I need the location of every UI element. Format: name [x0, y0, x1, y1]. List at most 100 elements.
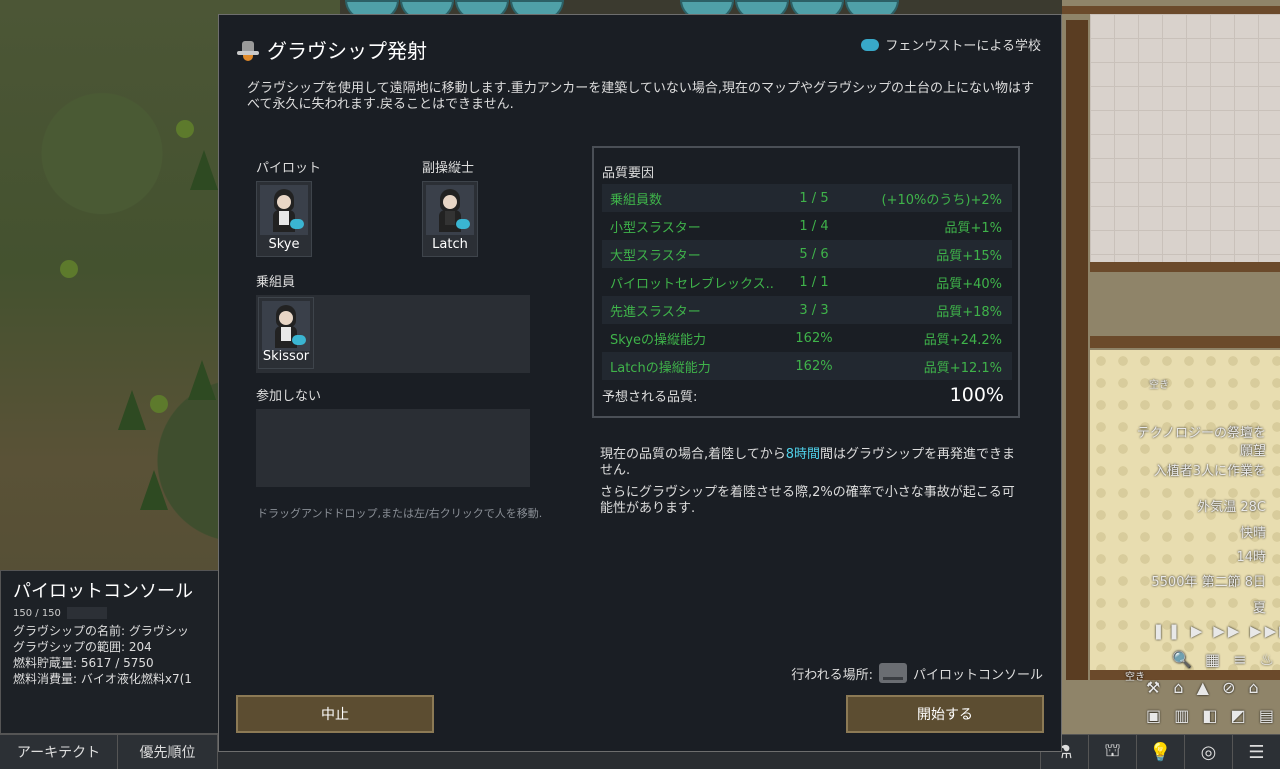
gravship-icon: [237, 39, 259, 61]
quality-factor-count: 1 / 1: [799, 274, 829, 290]
tab-priorities[interactable]: 優先順位: [118, 735, 218, 769]
pawn-name: Skye: [268, 237, 300, 252]
quality-factor-name: Latchの操縦能力: [610, 360, 711, 376]
game-speed-controls[interactable]: ❚❚ ▶ ▶▶ ▶▶▶: [1152, 622, 1280, 640]
overlay-toggles-row-1[interactable]: 🔍 ▦ ≡ ♨: [1172, 650, 1278, 669]
alert-altar[interactable]: テクノロジーの祭壇を: [1137, 422, 1266, 441]
tree: [188, 360, 216, 400]
absent-label: 参加しない: [256, 389, 322, 404]
expected-quality-label: 予想される品質:: [602, 389, 698, 405]
dialog-title: グラヴシップ発射: [267, 39, 427, 63]
date-readout: 5500年 第二節 8日: [1151, 575, 1266, 590]
factions-icon[interactable]: ⛫: [1088, 735, 1136, 769]
drag-hint: ドラッグアンドドロップ,または左/右クリックで人を移動.: [257, 507, 543, 520]
tree: [118, 390, 146, 430]
map-wall: [1090, 336, 1280, 348]
tree: [140, 470, 168, 510]
bed-label: 空き: [1125, 672, 1145, 683]
weather-readout: 快晴: [1239, 526, 1266, 541]
bush: [176, 120, 194, 138]
bed-label: 空き: [1149, 380, 1169, 391]
location-label: 行われる場所:: [791, 667, 873, 683]
quality-factor-count: 5 / 6: [799, 246, 829, 262]
ideology-indicator[interactable]: フェンウストーによる学校: [861, 35, 1041, 54]
pawn-portrait: [260, 185, 308, 235]
quality-factor-name: 大型スラスター: [610, 248, 701, 264]
quality-row: 大型スラスター 5 / 6 品質+15%: [602, 240, 1012, 268]
season-readout: 夏: [1252, 601, 1266, 616]
expected-quality: 予想される品質: 100%: [602, 384, 1004, 406]
menu-icon[interactable]: ☰: [1232, 735, 1280, 769]
location-value: パイロットコンソール: [912, 667, 1043, 683]
hit-points-value: 150 / 150: [13, 607, 61, 619]
tree: [190, 150, 218, 190]
world-icon[interactable]: ◎: [1184, 735, 1232, 769]
inspect-line: 燃料貯蔵量: 5617 / 5750: [13, 656, 154, 670]
pawn-portrait: [262, 301, 310, 351]
hit-points-bar: [66, 607, 107, 619]
pilot-label: パイロット: [256, 161, 322, 176]
pawn-name: Latch: [432, 237, 468, 252]
quality-factor-count: 1 / 4: [799, 218, 829, 234]
dialog-description: グラヴシップを使用して遠隔地に移動します.重力アンカーを建築していない場合,現在…: [247, 81, 1034, 112]
ideology-name: フェンウストーによる学校: [885, 39, 1041, 54]
launch-location: 行われる場所: パイロットコンソール: [791, 663, 1043, 683]
overlay-toggles-row-3[interactable]: ▣ ▥ ◧ ◩ ▤: [1146, 706, 1278, 725]
pilot-pawn[interactable]: Skye: [256, 181, 312, 257]
relaunch-hours: 8時間: [785, 447, 821, 462]
quality-row: パイロットセレブレックス... 1 / 1 品質+40%: [602, 268, 1012, 296]
inspect-title: パイロットコンソール: [13, 581, 193, 602]
relaunch-note: 現在の品質の場合,着陸してから8時間間はグラヴシップを再発進できません.: [600, 447, 1020, 479]
map-wall: [1062, 6, 1280, 14]
quality-row: Skyeの操縦能力 162% 品質+24.2%: [602, 324, 1012, 352]
crew-pawn[interactable]: Skissor: [258, 297, 314, 369]
ideas-icon[interactable]: 💡: [1136, 735, 1184, 769]
quality-factor-name: Skyeの操縦能力: [610, 332, 707, 348]
alert-altar-2[interactable]: 願望: [1240, 440, 1266, 459]
outdoor-temperature: 外気温 28C: [1197, 500, 1266, 515]
pawn-portrait: [426, 185, 474, 235]
tab-architect[interactable]: アーキテクト: [0, 735, 118, 769]
quality-row: 小型スラスター 1 / 4 品質+1%: [602, 212, 1012, 240]
launch-dialog: グラヴシップ発射 フェンウストーによる学校 グラヴシップを使用して遠隔地に移動し…: [218, 14, 1062, 752]
hit-points: 150 / 150: [13, 607, 207, 619]
inspect-panel: パイロットコンソール 150 / 150 グラヴシップの名前: グラヴシッ グラ…: [0, 570, 220, 734]
quality-factor-count: 162%: [795, 330, 833, 346]
pawn-name: Skissor: [262, 349, 310, 364]
cancel-button[interactable]: 中止: [236, 695, 434, 733]
quality-factor-effect: 品質+1%: [944, 220, 1002, 236]
quality-factor-count: 162%: [795, 358, 833, 374]
copilot-label: 副操縦士: [422, 161, 475, 176]
quality-factor-effect: 品質+24.2%: [923, 332, 1002, 348]
bush: [60, 260, 78, 278]
map-wall: [1090, 262, 1280, 272]
inspect-line: グラヴシップの範囲: 204: [13, 640, 152, 654]
inspect-line: 燃料消費量: バイオ液化燃料x7(1: [13, 672, 192, 686]
quality-row: 先進スラスター 3 / 3 品質+18%: [602, 296, 1012, 324]
inspect-line: グラヴシップの名前: グラヴシッ: [13, 624, 189, 638]
crew-label: 乗組員: [256, 275, 296, 290]
quality-row: Latchの操縦能力 162% 品質+12.1%: [602, 352, 1012, 380]
quality-factor-count: 1 / 5: [799, 190, 829, 206]
relaunch-note-prefix: 現在の品質の場合,着陸してから: [600, 447, 786, 462]
quality-factors-panel: 品質要因 乗組員数 1 / 5 (+10%のうち)+2% 小型スラスター 1 /…: [592, 146, 1020, 418]
ideology-icon: [861, 38, 880, 51]
dialog-header: グラヴシップ発射: [237, 35, 427, 64]
start-button[interactable]: 開始する: [846, 695, 1044, 733]
alert-idle-colonists[interactable]: 入植者3人に作業を: [1154, 460, 1266, 479]
quality-factor-effect: 品質+12.1%: [923, 360, 1002, 376]
quality-row: 乗組員数 1 / 5 (+10%のうち)+2%: [602, 184, 1012, 212]
copilot-pawn[interactable]: Latch: [422, 181, 478, 257]
quality-factor-effect: 品質+15%: [936, 248, 1002, 264]
quality-factor-name: 小型スラスター: [610, 220, 701, 236]
pilot-console-icon: [878, 663, 907, 683]
map-room: [1090, 14, 1280, 264]
quality-factor-effect: 品質+40%: [936, 276, 1002, 292]
map-wall: [1066, 20, 1088, 680]
bush: [150, 395, 168, 413]
quality-factor-name: パイロットセレブレックス...: [610, 276, 774, 292]
absent-dropzone[interactable]: [256, 409, 530, 487]
accident-note: さらにグラヴシップを着陸させる際,2%の確率で小さな事故が起こる可能性があります…: [600, 485, 1015, 516]
overlay-toggles-row-2[interactable]: ⚒ ⌂ ▲ ⊘ ⌂: [1146, 678, 1263, 697]
quality-factor-effect: 品質+18%: [936, 304, 1002, 320]
